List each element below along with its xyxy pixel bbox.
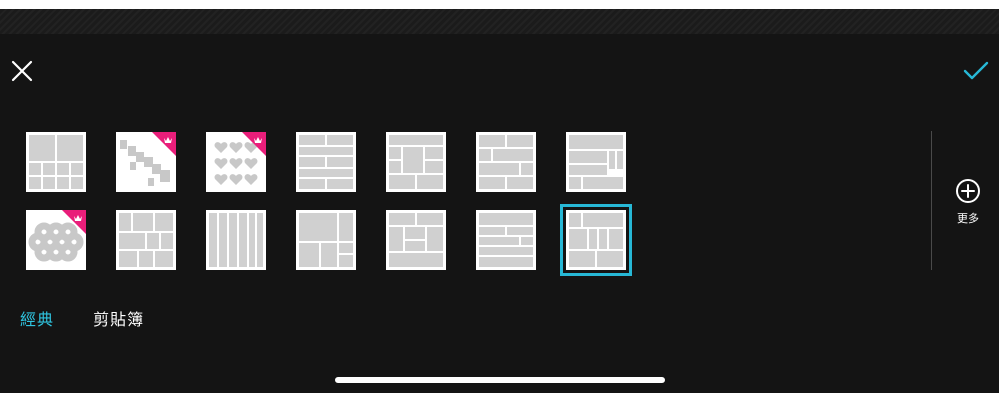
layout-tile[interactable] — [296, 210, 356, 270]
layout-tile[interactable] — [476, 210, 536, 270]
layout-mixed-icon — [389, 135, 443, 189]
layout-tile[interactable] — [386, 210, 446, 270]
layout-tile-selected[interactable] — [560, 204, 632, 276]
layout-tile[interactable] — [26, 132, 86, 192]
check-icon — [963, 61, 989, 80]
confirm-button[interactable] — [962, 59, 990, 83]
premium-crown-icon — [152, 132, 176, 156]
layout-tile[interactable] — [116, 132, 176, 192]
close-icon — [11, 60, 33, 82]
plus-circle-icon — [956, 179, 980, 203]
close-button[interactable] — [10, 59, 34, 83]
layout-tile[interactable] — [26, 210, 86, 270]
layout-tile[interactable] — [566, 132, 626, 192]
tab-classic[interactable]: 經典 — [20, 306, 54, 330]
status-bar — [0, 0, 999, 34]
layout-tile[interactable] — [116, 210, 176, 270]
layout-tile[interactable] — [206, 132, 266, 192]
more-label: 更多 — [957, 212, 979, 225]
more-layouts-button[interactable]: 更多 — [946, 178, 990, 232]
tab-scrapbook[interactable]: 剪貼簿 — [93, 306, 144, 330]
divider — [931, 131, 932, 270]
premium-crown-icon — [242, 132, 266, 156]
layout-big-left-icon — [299, 213, 353, 267]
layout-tile[interactable] — [296, 132, 356, 192]
layout-rows-icon — [299, 135, 353, 189]
layout-tile[interactable] — [206, 210, 266, 270]
home-indicator[interactable] — [335, 377, 665, 383]
layout-columns-icon — [209, 213, 263, 267]
layout-grid-icon — [119, 213, 173, 267]
layout-tile[interactable] — [476, 132, 536, 192]
layout-2x2-grid-icon — [29, 135, 83, 189]
layout-tile[interactable] — [386, 132, 446, 192]
category-tabs: 經典 剪貼簿 — [20, 306, 178, 330]
layout-stacked-icon — [479, 213, 533, 267]
layout-asym-icon — [569, 135, 623, 189]
premium-crown-icon — [62, 210, 86, 234]
layout-selected-icon — [569, 213, 623, 267]
layout-panel-icon — [389, 213, 443, 267]
layout-brick-icon — [479, 135, 533, 189]
